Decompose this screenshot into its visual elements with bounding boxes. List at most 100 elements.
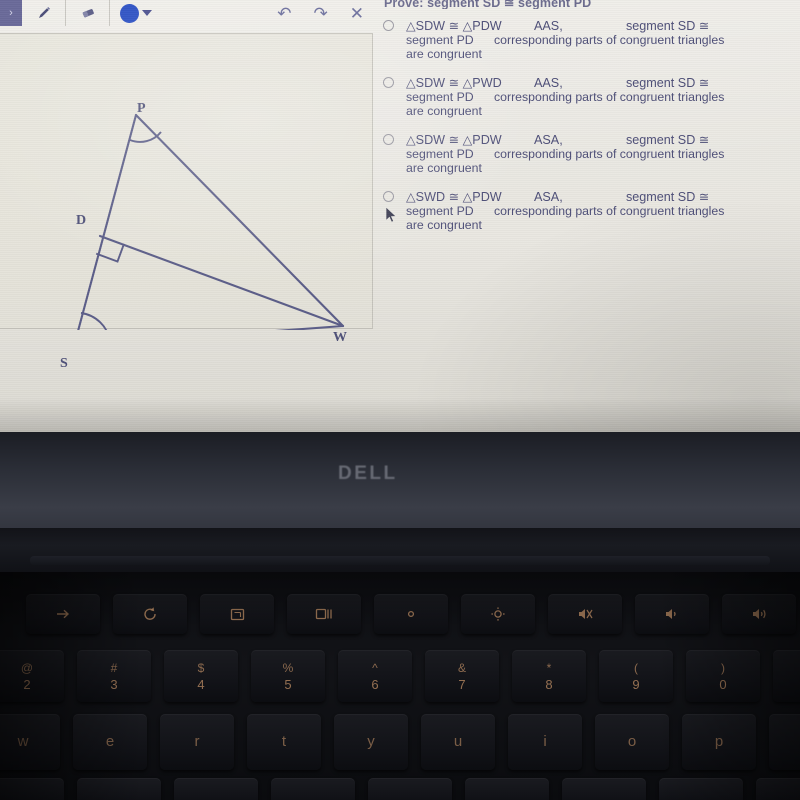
key-forward[interactable] — [26, 594, 100, 634]
option-1-postulate: AAS, — [534, 19, 563, 33]
key-9-base: 9 — [632, 676, 640, 692]
key-w-label: w — [17, 733, 29, 751]
vertex-label-S: S — [60, 356, 68, 371]
answer-option-3[interactable]: △SDW ≅ △PDW ASA, segment SD ≅ segment PD… — [383, 132, 797, 175]
key-bracket-left[interactable]: { — [769, 714, 800, 770]
dell-brand-logo: DELL — [338, 463, 398, 484]
key-window-overview[interactable] — [287, 594, 361, 634]
key-2-shift: @ — [20, 660, 34, 675]
key-8-shift: * — [546, 660, 552, 675]
angle-arc-P — [129, 131, 162, 143]
option-3-reason-cont: are congruent — [406, 161, 482, 175]
key-i[interactable]: i — [508, 714, 582, 770]
key-y[interactable]: y — [334, 714, 408, 770]
radio-button-1[interactable] — [383, 20, 394, 31]
key-0[interactable]: ) 0 — [686, 650, 760, 702]
key-bottom-7[interactable] — [562, 778, 646, 800]
key-6[interactable]: ^ 6 — [338, 650, 412, 702]
radio-button-2[interactable] — [383, 77, 394, 88]
key-brightness-up[interactable] — [461, 594, 535, 634]
keyboard-function-row — [26, 594, 800, 634]
key-t-label: t — [281, 733, 287, 751]
vertex-label-P: P — [137, 101, 146, 116]
option-3-reason: corresponding parts of congruent triangl… — [494, 147, 725, 161]
option-1-reason-cont: are congruent — [406, 47, 482, 61]
key-bottom-5[interactable] — [368, 778, 452, 800]
key-mute[interactable] — [548, 594, 622, 634]
answer-option-2[interactable]: △SDW ≅ △PWD AAS, segment SD ≅ segment PD… — [383, 75, 797, 118]
vertex-label-W: W — [333, 330, 347, 345]
key-5[interactable]: % 5 — [251, 650, 325, 702]
key-i-label: i — [543, 733, 547, 751]
key-7[interactable]: & 7 — [425, 650, 499, 702]
segment-PW — [134, 113, 345, 328]
brightness-up-icon — [491, 607, 505, 621]
answer-options-list: △SDW ≅ △PDW AAS, segment SD ≅ segment PD… — [383, 18, 797, 246]
key-w[interactable]: w — [0, 714, 60, 770]
key-volume-down[interactable] — [635, 594, 709, 634]
key-bottom-9[interactable] — [756, 778, 800, 800]
option-2-reason-cont: are congruent — [406, 104, 482, 118]
key-bottom-6[interactable] — [465, 778, 549, 800]
key-9-shift: ( — [634, 660, 638, 675]
radio-button-4[interactable] — [383, 191, 394, 202]
key-6-base: 6 — [371, 676, 379, 692]
segment-SW — [275, 324, 345, 330]
answer-option-4[interactable]: △SWD ≅ △PDW ASA, segment SD ≅ segment PD… — [383, 189, 797, 232]
pen-icon — [38, 7, 50, 18]
prove-statement: Prove: segment SD ≅ segment PD — [384, 0, 592, 9]
option-4-triangles: △SWD ≅ △PDW — [406, 190, 502, 204]
key-t[interactable]: t — [247, 714, 321, 770]
key-2-base: 2 — [23, 676, 31, 692]
key-8-base: 8 — [545, 676, 553, 692]
option-3-triangles: △SDW ≅ △PDW — [406, 133, 502, 147]
answer-option-1[interactable]: △SDW ≅ △PDW AAS, segment SD ≅ segment PD… — [383, 18, 797, 61]
option-2-segment-tail: segment PD — [406, 90, 474, 104]
undo-button[interactable]: ↶ — [277, 5, 291, 22]
key-3-base: 3 — [110, 676, 118, 692]
option-1-segment-tail: segment PD — [406, 33, 474, 47]
color-swatch-button[interactable] — [120, 3, 139, 23]
close-button[interactable]: ✕ — [350, 5, 364, 22]
pen-tool-button[interactable] — [22, 0, 66, 26]
mute-icon — [579, 609, 593, 619]
mouse-cursor — [385, 206, 397, 223]
option-2-segment-head: segment SD ≅ — [626, 76, 710, 90]
key-p[interactable]: p — [682, 714, 756, 770]
key-bottom-3[interactable] — [174, 778, 258, 800]
key-bottom-1[interactable] — [0, 778, 64, 800]
key-bottom-4[interactable] — [271, 778, 355, 800]
option-2-reason: corresponding parts of congruent triangl… — [494, 90, 725, 104]
toolbar-expand-rail[interactable]: › — [0, 0, 22, 26]
key-e[interactable]: e — [73, 714, 147, 770]
keyboard-bottom-row-partial — [0, 778, 800, 800]
chevron-right-icon: › — [9, 6, 13, 19]
key-3-shift: # — [110, 660, 118, 675]
chevron-down-icon[interactable] — [142, 10, 152, 16]
key-9[interactable]: ( 9 — [599, 650, 673, 702]
laptop-keyboard: @ 2 # 3 $ 4 % 5 ^ 6 & 7 * 8 (9) 0 w e … — [0, 572, 800, 800]
key-brightness-down[interactable] — [374, 594, 448, 634]
radio-button-3[interactable] — [383, 134, 394, 145]
key-r[interactable]: r — [160, 714, 234, 770]
key-bottom-8[interactable] — [659, 778, 743, 800]
option-4-segment-head: segment SD ≅ — [626, 190, 710, 204]
key-bottom-2[interactable] — [77, 778, 161, 800]
key-7-shift: & — [457, 660, 466, 675]
key-4[interactable]: $ 4 — [164, 650, 238, 702]
key-8[interactable]: * 8 — [512, 650, 586, 702]
key-volume-up[interactable] — [722, 594, 796, 634]
redo-button[interactable]: ↷ — [314, 5, 328, 22]
key-5-shift: % — [282, 660, 294, 675]
key-u[interactable]: u — [421, 714, 495, 770]
option-3-postulate: ASA, — [534, 133, 563, 147]
key-3[interactable]: # 3 — [77, 650, 151, 702]
laptop-hinge — [0, 528, 800, 572]
key-minus[interactable]: _ - — [773, 650, 800, 702]
key-o[interactable]: o — [595, 714, 669, 770]
key-e-label: e — [105, 733, 115, 751]
key-2[interactable]: @ 2 — [0, 650, 64, 702]
key-fullscreen[interactable] — [200, 594, 274, 634]
key-reload[interactable] — [113, 594, 187, 634]
eraser-tool-button[interactable] — [66, 0, 110, 26]
